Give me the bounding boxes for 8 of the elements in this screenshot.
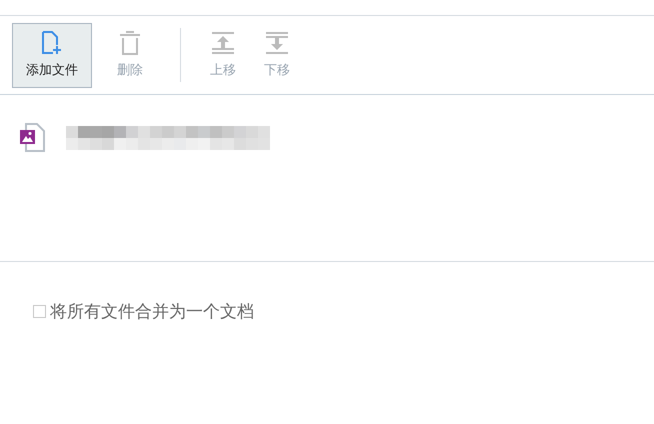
add-file-button[interactable]: 添加文件 bbox=[12, 22, 92, 88]
move-up-icon bbox=[212, 31, 234, 55]
image-file-icon bbox=[20, 123, 46, 152]
trash-icon bbox=[119, 31, 141, 55]
merge-checkbox[interactable] bbox=[33, 305, 46, 318]
merge-option-label: 将所有文件合并为一个文档 bbox=[50, 301, 254, 323]
add-file-icon bbox=[41, 31, 63, 55]
move-down-icon bbox=[266, 31, 288, 55]
